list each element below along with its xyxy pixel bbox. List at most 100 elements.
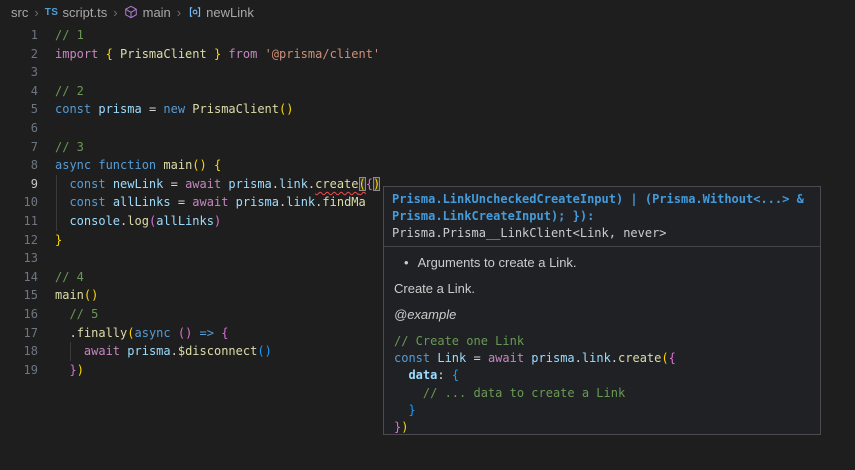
code-line-4[interactable]: 4 // 2 [0,82,855,101]
code-token: } [394,403,416,417]
code-token: allLinks [113,195,178,209]
code-line-content[interactable]: }) [55,361,84,380]
code-line-content[interactable]: } [55,231,62,250]
code-line-content[interactable]: // 4 [55,268,84,287]
breadcrumb-item-script.ts[interactable]: TSscript.ts [45,5,108,20]
breadcrumb-label: main [143,5,171,20]
code-line-5[interactable]: 5 const prisma = new PrismaClient() [0,100,855,119]
code-token: // 5 [55,307,98,321]
code-token: } [55,233,62,247]
code-token: . [611,351,618,365]
code-token: { [452,368,459,382]
code-token: import [55,47,106,61]
line-number[interactable]: 13 [0,249,38,268]
line-number[interactable]: 9 [0,175,38,194]
line-number[interactable]: 15 [0,286,38,305]
line-number[interactable]: 18 [0,342,38,361]
code-line-3[interactable]: 3 [0,63,855,82]
code-token: ) [214,214,221,228]
code-token: log [127,214,149,228]
doc-description: Create a Link. [394,281,810,296]
breadcrumb-item-src[interactable]: src [11,5,28,20]
line-number[interactable]: 12 [0,231,38,250]
code-line-content[interactable]: await prisma.$disconnect() [55,342,272,361]
code-token: link [286,195,315,209]
code-token: () [178,326,192,340]
line-number[interactable]: 11 [0,212,38,231]
line-number[interactable]: 7 [0,138,38,157]
line-number[interactable]: 17 [0,324,38,343]
example-code-line: const Link = await prisma.link.create({ [394,350,810,367]
line-number[interactable]: 10 [0,193,38,212]
breadcrumb: src › TSscript.ts › main › newLink [0,0,855,24]
code-token: prisma [98,102,149,116]
breadcrumb-separator: › [177,5,181,20]
code-line-8[interactable]: 8 async function main() { [0,156,855,175]
code-line-content[interactable]: const prisma = new PrismaClient() [55,100,293,119]
code-line-content[interactable]: async function main() { [55,156,221,175]
code-line-content[interactable]: // 3 [55,138,84,157]
doc-bullet-item: • Arguments to create a Link. [404,255,810,270]
code-line-6[interactable]: 6 [0,119,855,138]
code-token: new [163,102,192,116]
code-line-1[interactable]: 1 // 1 [0,26,855,45]
line-number[interactable]: 3 [0,63,38,82]
line-number[interactable]: 8 [0,156,38,175]
hover-tooltip[interactable]: Prisma.LinkUncheckedCreateInput) | (Pris… [383,186,821,435]
breadcrumb-separator: › [34,5,38,20]
code-token: allLinks [156,214,214,228]
signature-line: Prisma.LinkCreateInput); }): [392,208,812,225]
code-token: ) [373,177,380,191]
code-token: // 1 [55,28,84,42]
code-token: { [221,326,228,340]
code-line-content[interactable]: .finally(async () => { [55,324,228,343]
code-token: () [257,344,271,358]
breadcrumb-item-newLink[interactable]: newLink [187,5,254,20]
code-line-content[interactable]: main() [55,286,98,305]
breadcrumb-item-main[interactable]: main [124,5,171,20]
code-token: await [488,351,531,365]
code-line-content[interactable]: // 2 [55,82,84,101]
code-line-content[interactable]: // 1 [55,26,84,45]
bullet-icon: • [404,255,409,270]
line-number[interactable]: 16 [0,305,38,324]
code-token [55,195,69,209]
symbol-method-icon [124,5,139,20]
code-line-content[interactable]: const newLink = await prisma.link.create… [55,175,380,194]
code-token: prisma [236,195,279,209]
example-code-line: data: { [394,367,810,384]
line-number[interactable]: 2 [0,45,38,64]
code-token: ( [661,351,668,365]
code-line-content[interactable]: console.log(allLinks) [55,212,221,231]
line-number[interactable]: 14 [0,268,38,287]
hover-signature: Prisma.LinkUncheckedCreateInput) | (Pris… [384,187,820,246]
code-line-content[interactable]: // 5 [55,305,98,324]
code-token: await [84,344,127,358]
line-number[interactable]: 6 [0,119,38,138]
code-token: . [272,177,279,191]
code-token: ( [359,177,366,191]
code-token: . [171,344,178,358]
code-line-7[interactable]: 7 // 3 [0,138,855,157]
line-number[interactable]: 1 [0,26,38,45]
code-token: = [178,195,192,209]
example-code-line: // Create one Link [394,333,810,350]
line-number[interactable]: 4 [0,82,38,101]
signature-line: Prisma.Prisma__LinkClient<Link, never> [392,225,812,242]
code-token: // 3 [55,140,84,154]
signature-line: Prisma.LinkUncheckedCreateInput) | (Pris… [392,191,812,208]
indent-guide [56,193,57,212]
doc-bullet-text: Arguments to create a Link. [418,255,577,270]
line-number[interactable]: 5 [0,100,38,119]
code-token: prisma [127,344,170,358]
code-token: PrismaClient [113,47,214,61]
code-line-content[interactable]: import { PrismaClient } from '@prisma/cl… [55,45,380,64]
code-token: link [582,351,611,365]
code-line-2[interactable]: 2 import { PrismaClient } from '@prisma/c… [0,45,855,64]
code-line-content[interactable]: const allLinks = await prisma.link.findM… [55,193,366,212]
code-token: await [185,177,228,191]
breadcrumb-separator: › [113,5,117,20]
code-token: link [279,177,308,191]
code-token: { [669,351,676,365]
line-number[interactable]: 19 [0,361,38,380]
